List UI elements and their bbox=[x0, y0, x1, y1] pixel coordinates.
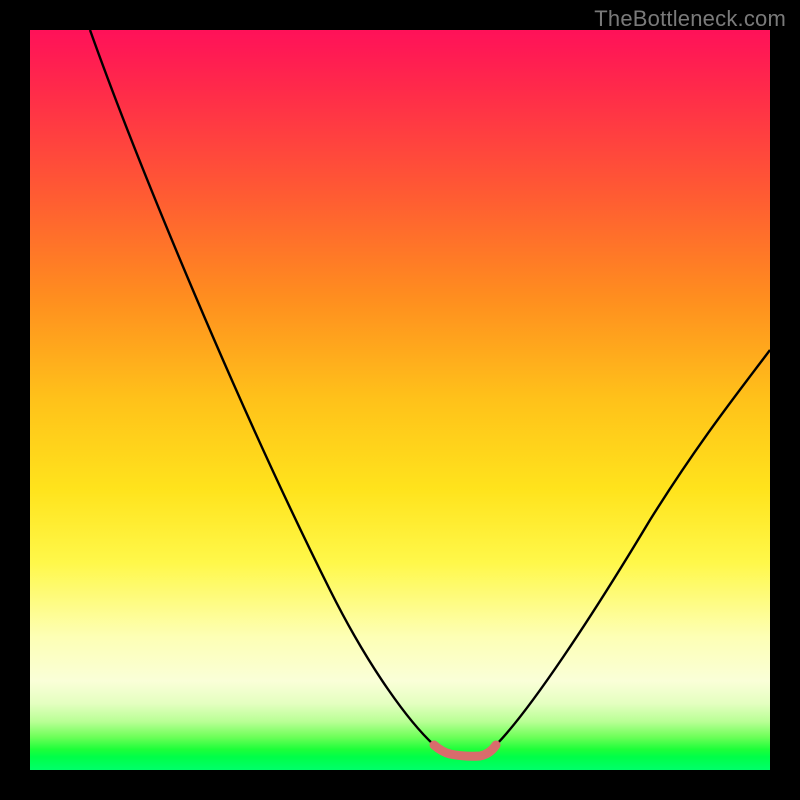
bottleneck-curve bbox=[30, 30, 770, 770]
right-curve bbox=[496, 350, 770, 745]
valley-highlight bbox=[434, 745, 496, 756]
watermark-text: TheBottleneck.com bbox=[594, 6, 786, 32]
chart-frame: TheBottleneck.com bbox=[0, 0, 800, 800]
plot-area bbox=[30, 30, 770, 770]
left-curve bbox=[90, 30, 434, 745]
